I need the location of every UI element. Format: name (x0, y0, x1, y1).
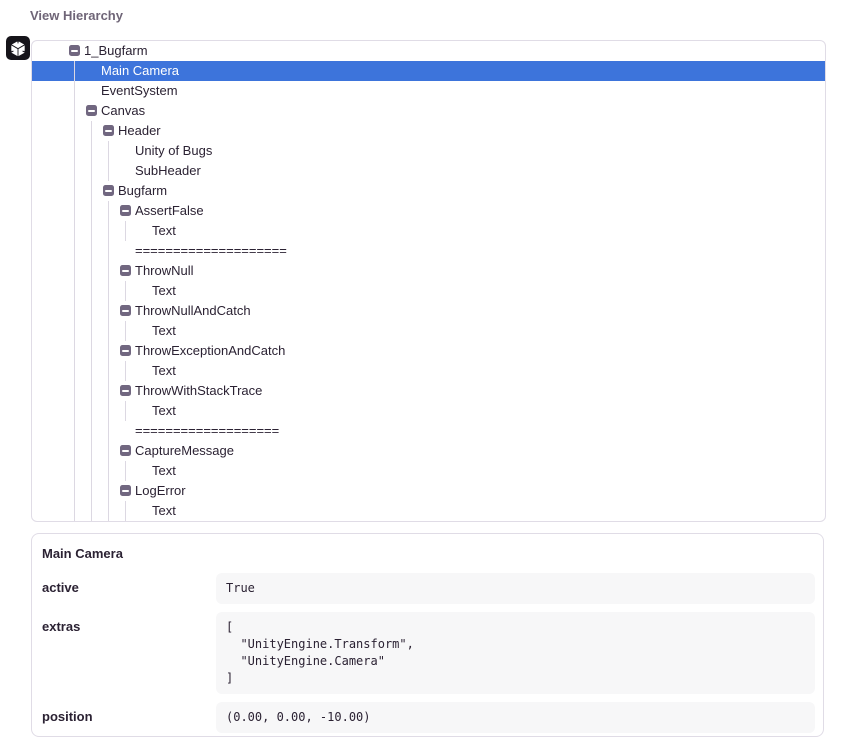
view-hierarchy-tree: 1_Bugfarm Main Camera EventSystem Canvas Hea… (31, 40, 826, 522)
tree-node-label: ==================== (135, 243, 287, 258)
tree-node-label: Text (152, 283, 176, 298)
tree-node-label: Bugfarm (118, 183, 167, 198)
tree-node[interactable]: LogError (32, 481, 825, 501)
tree-node[interactable]: Unity of Bugs (32, 141, 825, 161)
view-hierarchy-title: View Hierarchy (30, 8, 123, 23)
tree-node[interactable]: ==================== (32, 241, 825, 261)
tree-node-label: ThrowExceptionAndCatch (135, 343, 285, 358)
tree-node[interactable]: Canvas (32, 101, 825, 121)
tree-node[interactable]: Text (32, 461, 825, 481)
collapse-minus-icon[interactable] (120, 265, 131, 276)
tree-node-label: =================== (135, 423, 279, 438)
tree-node-label: Text (152, 463, 176, 478)
collapse-minus-icon[interactable] (86, 105, 97, 116)
tree-node[interactable]: =================== (32, 421, 825, 441)
detail-row: activeTrue (42, 573, 815, 604)
detail-value: [ "UnityEngine.Transform", "UnityEngine.… (216, 612, 815, 694)
detail-label: extras (42, 612, 216, 694)
tree-node-label: CaptureMessage (135, 443, 234, 458)
detail-value: (0.00, 0.00, -10.00) (216, 702, 815, 733)
tree-node-label: ThrowNullAndCatch (135, 303, 251, 318)
tree-node[interactable]: Text (32, 221, 825, 241)
tree-node-label: SubHeader (135, 163, 201, 178)
detail-row: extras[ "UnityEngine.Transform", "UnityE… (42, 612, 815, 694)
tree-node-label: Text (152, 363, 176, 378)
tree-node[interactable]: ThrowExceptionAndCatch (32, 341, 825, 361)
tree-node[interactable]: Text (32, 361, 825, 381)
tree-node-label: Canvas (101, 103, 145, 118)
tree-node-label: AssertFalse (135, 203, 204, 218)
tree-node-label: Text (152, 403, 176, 418)
tree-node-label: Header (118, 123, 161, 138)
detail-label: position (42, 702, 216, 733)
tree-node[interactable]: EventSystem (32, 81, 825, 101)
tree-node-label: LogError (135, 483, 186, 498)
tree-node[interactable]: ThrowWithStackTrace (32, 381, 825, 401)
tree-node[interactable]: ThrowNullAndCatch (32, 301, 825, 321)
tree-node-label: ThrowNull (135, 263, 194, 278)
tree-node[interactable]: ThrowNull (32, 261, 825, 281)
tree-node-label: Text (152, 223, 176, 238)
collapse-minus-icon[interactable] (120, 305, 131, 316)
tree-node[interactable]: Text (32, 501, 825, 521)
unity-logo-icon (6, 36, 30, 60)
collapse-minus-icon[interactable] (120, 345, 131, 356)
tree-node[interactable]: SubHeader (32, 161, 825, 181)
tree-node[interactable]: Main Camera (32, 61, 825, 81)
collapse-minus-icon[interactable] (120, 445, 131, 456)
tree-node[interactable]: Header (32, 121, 825, 141)
tree-node-label: EventSystem (101, 83, 178, 98)
node-details-title: Main Camera (32, 534, 823, 573)
tree-node[interactable]: 1_Bugfarm (32, 41, 825, 61)
collapse-minus-icon[interactable] (120, 205, 131, 216)
tree-node-label: Unity of Bugs (135, 143, 212, 158)
tree-node[interactable]: Text (32, 401, 825, 421)
collapse-minus-icon[interactable] (103, 125, 114, 136)
node-details-panel: Main Camera activeTrueextras[ "UnityEngi… (31, 533, 824, 737)
tree-node[interactable]: CaptureMessage (32, 441, 825, 461)
tree-node[interactable]: Bugfarm (32, 181, 825, 201)
tree-node-label: ThrowWithStackTrace (135, 383, 262, 398)
tree-node[interactable]: Text (32, 281, 825, 301)
detail-row: position(0.00, 0.00, -10.00) (42, 702, 815, 733)
detail-label: active (42, 573, 216, 604)
tree-node-label: Main Camera (101, 63, 179, 78)
tree-node-label: Text (152, 503, 176, 518)
node-details-rows: activeTrueextras[ "UnityEngine.Transform… (32, 573, 823, 733)
tree-node-label: 1_Bugfarm (84, 43, 148, 58)
detail-value: True (216, 573, 815, 604)
tree-node-label: Text (152, 323, 176, 338)
collapse-minus-icon[interactable] (120, 485, 131, 496)
tree-node[interactable]: Text (32, 321, 825, 341)
tree-node[interactable]: AssertFalse (32, 201, 825, 221)
collapse-minus-icon[interactable] (69, 45, 80, 56)
collapse-minus-icon[interactable] (120, 385, 131, 396)
collapse-minus-icon[interactable] (103, 185, 114, 196)
